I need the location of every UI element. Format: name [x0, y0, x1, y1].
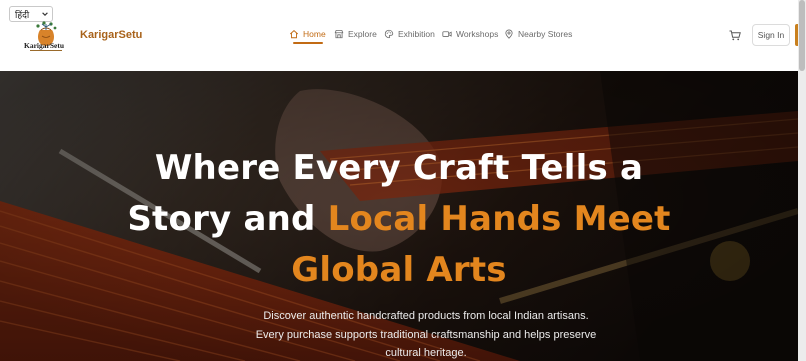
- nav-exhibition-label: Exhibition: [398, 29, 435, 39]
- hero-subtitle-line-1: Discover authentic handcrafted products …: [263, 310, 589, 322]
- logo-underline: [30, 50, 62, 51]
- nav-exhibition[interactable]: Exhibition: [384, 29, 435, 39]
- logo-wordmark: KarigarSetu: [24, 41, 64, 50]
- palette-icon: [384, 29, 394, 39]
- hero-subtitle: Discover authentic handcrafted products …: [0, 307, 798, 361]
- hero-subtitle-line-3: cultural heritage.: [385, 347, 467, 359]
- hero-subtitle-line-2: Every purchase supports traditional craf…: [255, 328, 597, 341]
- brand-name[interactable]: KarigarSetu: [80, 29, 142, 41]
- nav-home-label: Home: [303, 29, 326, 39]
- hero-title-accent-1: Local Hands Meet: [327, 199, 671, 239]
- map-pin-icon: [505, 29, 513, 39]
- video-icon: [442, 31, 452, 37]
- nav-explore-label: Explore: [348, 29, 377, 39]
- nav-nearby-stores-label: Nearby Stores: [518, 29, 573, 39]
- top-navbar: हिंदी KarigarSetu KarigarSetu Home Explo…: [0, 0, 799, 71]
- chevron-down-icon: [42, 12, 48, 16]
- nav-workshops-label: Workshops: [456, 29, 499, 39]
- active-nav-indicator: [293, 42, 323, 44]
- nav-nearby-stores[interactable]: Nearby Stores: [504, 29, 572, 39]
- nav-home[interactable]: Home: [289, 29, 326, 39]
- store-icon: [334, 30, 344, 39]
- cart-icon[interactable]: [729, 30, 741, 41]
- sign-in-button[interactable]: Sign In: [752, 24, 790, 46]
- language-value: हिंदी: [15, 9, 30, 20]
- hero-title-plain: Story and: [127, 199, 328, 239]
- nav-workshops[interactable]: Workshops: [442, 29, 498, 39]
- hero-title: Where Every Craft Tells a Story and Loca…: [0, 143, 798, 296]
- page-scrollbar-thumb[interactable]: [799, 0, 805, 71]
- hero-section: Where Every Craft Tells a Story and Loca…: [0, 71, 798, 361]
- home-icon: [289, 30, 299, 39]
- hero-title-line-2: Story and Local Hands Meet: [0, 194, 798, 245]
- nav-explore[interactable]: Explore: [334, 29, 377, 39]
- hero-title-line-1: Where Every Craft Tells a: [154, 148, 644, 188]
- hero-title-accent-2: Global Arts: [291, 250, 507, 290]
